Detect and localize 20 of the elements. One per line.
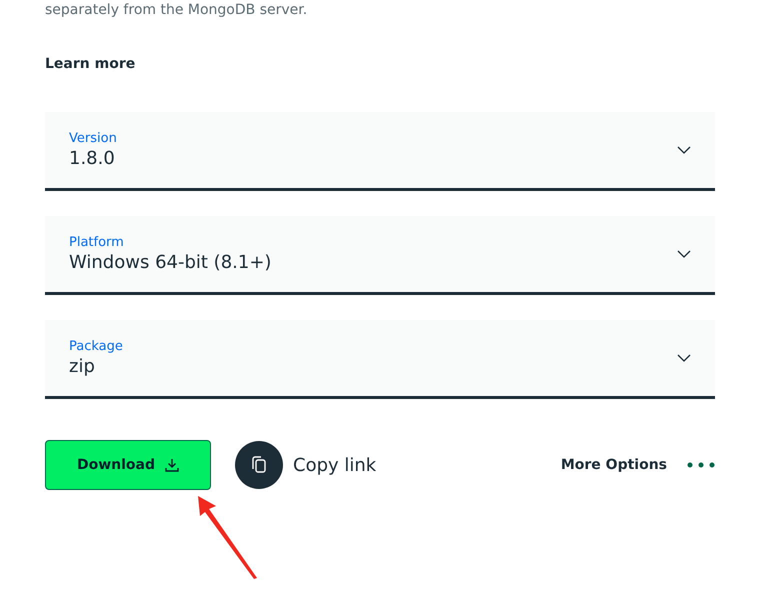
dropdown-label: Version (69, 131, 118, 146)
more-options-button[interactable]: More Options (554, 456, 673, 474)
learn-more-link[interactable]: Learn more (45, 56, 136, 72)
dropdown-value: zip (69, 356, 96, 377)
dropdown-select[interactable]: Platform Windows 64-bit (8.1+) (45, 216, 715, 295)
dropdown-value: 1.8.0 (69, 148, 116, 169)
more-icon[interactable] (687, 462, 715, 468)
chevron-down-icon (677, 354, 691, 362)
dropdown-select[interactable]: Version 1.8.0 (45, 112, 715, 191)
chevron-down-icon (677, 250, 691, 258)
dropdown-value: Windows 64-bit (8.1+) (69, 252, 272, 273)
chevron-down-icon (677, 146, 691, 154)
download-icon (165, 458, 180, 472)
dropdown-label: Platform (69, 235, 125, 250)
copy-link-button[interactable]: Copy link (235, 441, 376, 489)
copy-icon (235, 441, 283, 489)
download-button[interactable]: Download (45, 440, 211, 490)
dropdown-select[interactable]: Package zip (45, 320, 715, 399)
dropdown-label: Package (69, 339, 124, 354)
description-text: separately from the MongoDB server. (45, 1, 308, 18)
